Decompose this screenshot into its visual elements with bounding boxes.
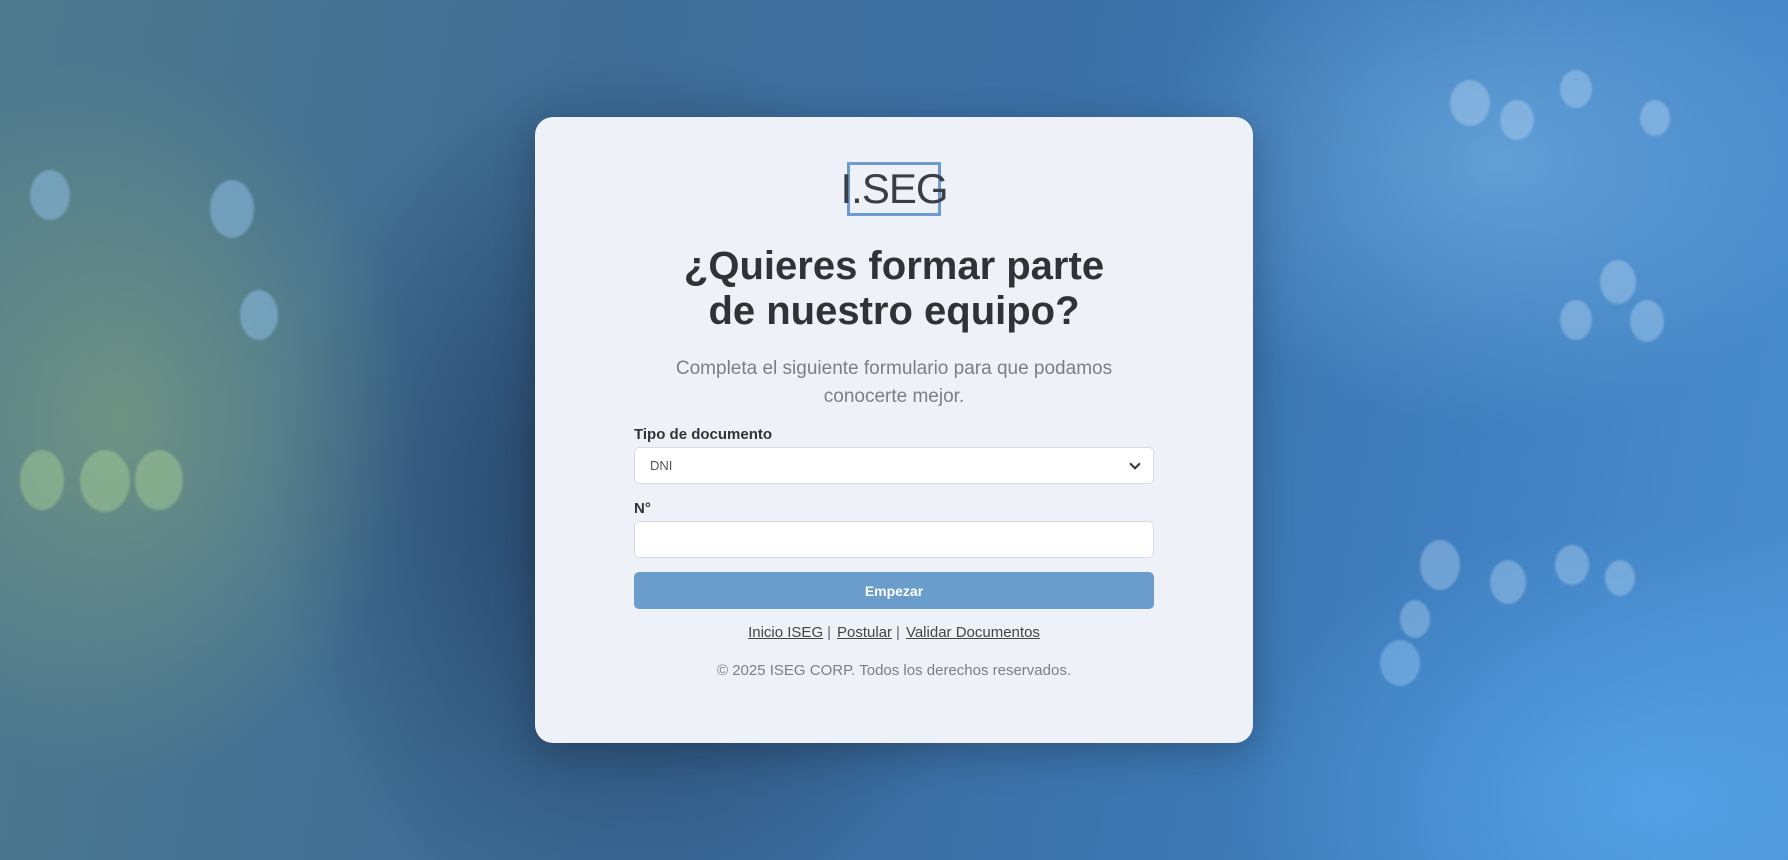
footer-links: Inicio ISEG | Postular | Validar Documentos (535, 624, 1253, 641)
logo-text: I.SEG (840, 165, 948, 212)
doc-type-selected-value: DNI (650, 458, 673, 473)
doc-number-input[interactable] (634, 521, 1154, 558)
iseg-logo: I.SEG (840, 162, 949, 216)
page-subtitle: Completa el siguiente formulario para qu… (535, 355, 1253, 411)
link-separator: | (827, 624, 832, 641)
doc-type-select[interactable]: DNI (634, 447, 1154, 484)
link-separator: | (896, 624, 900, 641)
signup-card: I.SEG ¿Quieres formar parte de nuestro e… (535, 117, 1253, 743)
link-postular[interactable]: Postular (837, 624, 892, 641)
copyright-text: © 2025 ISEG CORP. Todos los derechos res… (716, 662, 1072, 679)
page-title: ¿Quieres formar parte de nuestro equipo? (535, 244, 1253, 334)
chevron-down-icon (1129, 457, 1141, 470)
start-button[interactable]: Empezar (634, 572, 1154, 609)
link-validar-documentos[interactable]: Validar Documentos (906, 624, 1040, 641)
subtitle-line-2: conocerte mejor. (823, 386, 965, 407)
title-line-2: de nuestro equipo? (708, 289, 1080, 333)
link-inicio-iseg[interactable]: Inicio ISEG (748, 624, 823, 641)
doc-number-label: N° (634, 500, 651, 517)
subtitle-line-1: Completa el siguiente formulario para qu… (675, 358, 1113, 379)
title-line-1: ¿Quieres formar parte (683, 244, 1105, 288)
doc-type-label: Tipo de documento (634, 426, 773, 443)
